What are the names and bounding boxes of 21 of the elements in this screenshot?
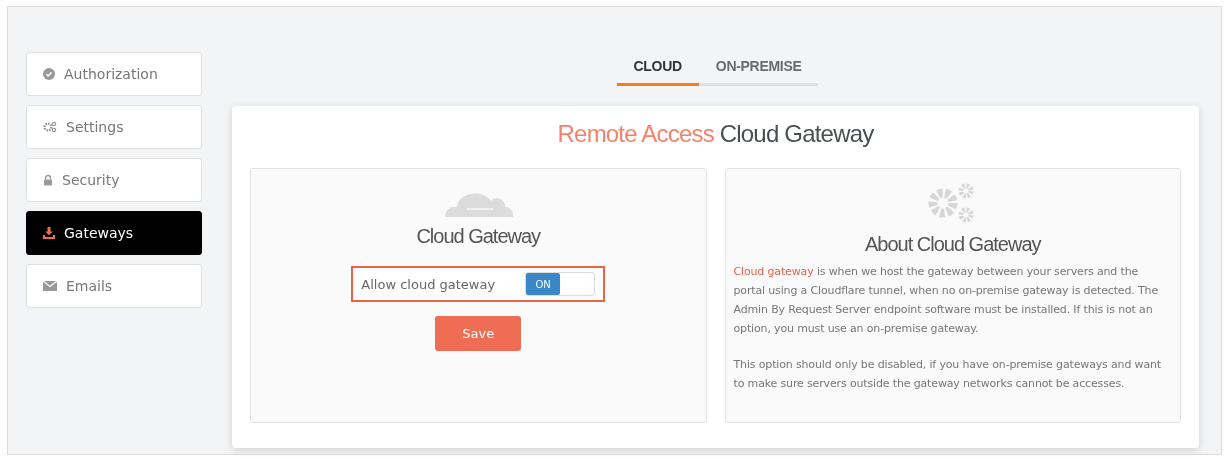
- download-icon: [43, 227, 55, 239]
- check-circle-icon: [43, 68, 55, 80]
- gears-icon: [43, 121, 57, 133]
- save-button[interactable]: Save: [435, 316, 522, 351]
- tab[interactable]: ON-PREMISE: [698, 52, 819, 86]
- sidebar-item[interactable]: Authorization: [26, 52, 202, 96]
- tab[interactable]: CLOUD: [616, 52, 699, 86]
- paragraph: Cloud gateway is when we host the gateway between your servers and the portal using a Cloudflare tunnel, when no on-premise gateway is detected. The Admin By Request Server endpoint software must be installed. If this is not an option, you must use an on-premise gateway.: [733, 264, 1159, 337]
- panel-heading: About Cloud Gateway: [864, 233, 1041, 256]
- link[interactable]: Cloud gateway: [733, 265, 814, 278]
- sidebar-item[interactable]: Settings: [26, 105, 202, 149]
- toggle-label: Allow cloud gateway: [361, 276, 496, 292]
- sidebar-item[interactable]: Gateways: [26, 211, 202, 255]
- paragraph: This option should only be disabled, if you have on-premise gateways and want to make sure servers outside the gateway networks cannot be accesses.: [733, 357, 1163, 392]
- sidebar-item[interactable]: Security: [26, 158, 202, 202]
- toggle-switch[interactable]: ON: [525, 272, 596, 296]
- lock-icon: [43, 174, 53, 186]
- panel-heading: Cloud Gateway: [416, 225, 541, 248]
- envelope-icon: [43, 281, 57, 291]
- sidebar-item[interactable]: Emails: [26, 264, 202, 308]
- page-title: Remote Access Cloud Gateway: [556, 120, 875, 148]
